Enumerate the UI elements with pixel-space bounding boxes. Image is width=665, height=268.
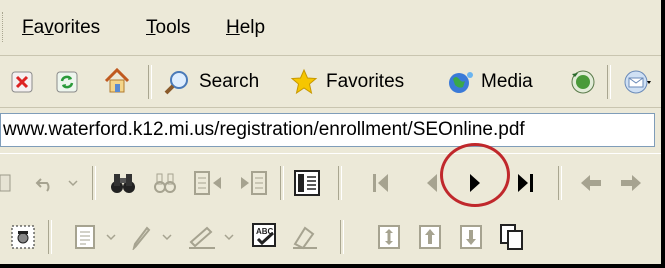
menu-favorites[interactable]: Favorites (22, 17, 100, 39)
scroll-down-icon[interactable] (456, 222, 486, 252)
snapshot-icon[interactable] (8, 222, 38, 252)
pdf-navigation-toolbar (0, 153, 661, 211)
browser-window: Favorites Tools Help Search Favorites Me… (0, 0, 665, 268)
forward-arrow-icon[interactable] (618, 170, 644, 196)
menu-bar: Favorites Tools Help (0, 0, 661, 56)
note-icon[interactable] (72, 222, 98, 252)
media-button-label[interactable]: Media (481, 71, 533, 93)
toolbar-separator (148, 65, 152, 99)
back-arrow-icon[interactable] (578, 170, 604, 196)
last-page-icon[interactable] (512, 168, 538, 198)
home-icon[interactable] (102, 66, 132, 96)
standard-toolbar: Search Favorites Media (0, 56, 661, 108)
search-icon[interactable] (162, 68, 192, 98)
toolbar-separator (340, 220, 344, 254)
first-page-icon[interactable] (368, 168, 394, 198)
binoculars-icon[interactable] (108, 168, 138, 198)
page-icon[interactable] (0, 172, 14, 194)
fit-page-icon[interactable] (374, 222, 404, 252)
spellcheck-icon[interactable]: ABC (250, 221, 280, 251)
mail-icon[interactable] (622, 68, 652, 96)
pdf-editing-toolbar: ABC (0, 211, 661, 264)
history-icon[interactable] (569, 68, 597, 96)
highlighter-icon[interactable] (186, 222, 218, 252)
highlight-circle (440, 143, 510, 207)
toolbar-separator (558, 166, 562, 200)
menu-bar-grip[interactable] (2, 12, 6, 42)
undo-icon[interactable] (32, 170, 60, 196)
address-input[interactable]: www.waterford.k12.mi.us/registration/enr… (0, 113, 655, 147)
scroll-up-icon[interactable] (415, 222, 445, 252)
chevron-down-icon[interactable] (104, 231, 118, 243)
favorites-button-label[interactable]: Favorites (326, 71, 404, 93)
media-icon[interactable] (446, 68, 476, 96)
refresh-icon[interactable] (55, 70, 79, 94)
previous-view-icon[interactable] (192, 168, 226, 198)
chevron-down-icon[interactable] (222, 231, 236, 243)
pencil-icon[interactable] (128, 222, 154, 252)
star-icon[interactable] (289, 67, 319, 97)
eraser-icon[interactable] (290, 222, 320, 252)
toolbar-separator (607, 65, 611, 99)
chevron-down-icon[interactable] (66, 176, 80, 190)
bookmarks-panel-icon[interactable] (292, 168, 322, 198)
search-button-label[interactable]: Search (199, 71, 259, 93)
menu-tools[interactable]: Tools (146, 17, 190, 39)
find-next-icon[interactable] (150, 168, 180, 198)
menu-help[interactable]: Help (226, 17, 265, 39)
toolbar-separator (92, 166, 96, 200)
toolbar-separator (48, 220, 52, 254)
chevron-down-icon[interactable] (160, 231, 174, 243)
next-view-icon[interactable] (236, 168, 270, 198)
copy-page-icon[interactable] (497, 222, 527, 252)
address-bar: www.waterford.k12.mi.us/registration/enr… (0, 109, 661, 153)
toolbar-separator (280, 166, 284, 200)
stop-icon[interactable] (10, 70, 34, 94)
toolbar-separator (338, 166, 342, 200)
